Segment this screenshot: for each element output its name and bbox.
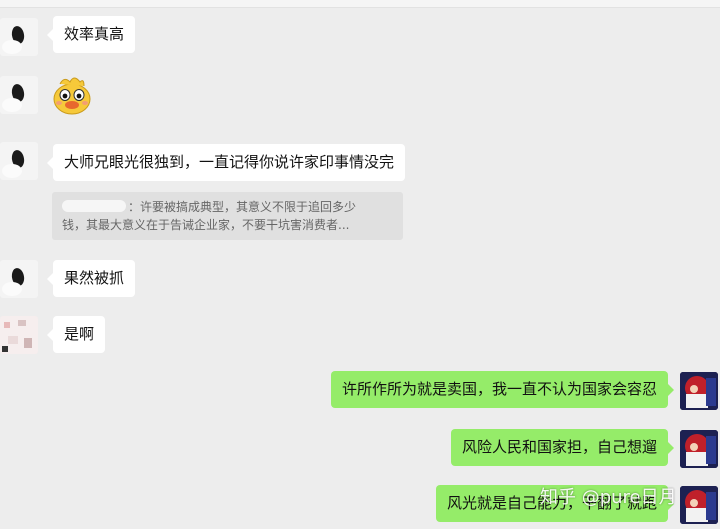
message-text: 是啊	[64, 325, 95, 343]
yellow-duck-sticker[interactable]	[50, 72, 94, 116]
message-bubble-incoming[interactable]: 大师兄眼光很独到，一直记得你说许家印事情没完	[46, 144, 406, 181]
my-avatar[interactable]	[680, 486, 718, 524]
message-bubble-incoming[interactable]: 果然被抓	[46, 260, 136, 297]
anime-avatar-image	[680, 486, 718, 524]
zhihu-watermark: 知乎 @pure日月	[540, 487, 677, 508]
my-avatar[interactable]	[680, 430, 718, 468]
redacted-sender-name	[62, 200, 126, 212]
message-text: 效率真高	[64, 25, 125, 43]
contact-avatar[interactable]	[0, 316, 38, 354]
message-text: 果然被抓	[64, 269, 125, 287]
contact-avatar[interactable]	[0, 142, 38, 180]
contact-avatar[interactable]	[0, 260, 38, 298]
my-avatar[interactable]	[680, 372, 718, 410]
message-bubble-outgoing[interactable]: 风险人民和国家担，自己想遛	[450, 429, 675, 466]
top-divider	[0, 0, 720, 8]
quote-text-line1: ：许要被搞成典型，其意义不限于追回多少	[128, 200, 357, 214]
contact-avatar[interactable]	[0, 76, 38, 114]
quote-text-line2: 钱，其最大意义在于告诫企业家，不要干坑害消费者...	[62, 218, 350, 232]
message-text: 风险人民和国家担，自己想遛	[461, 438, 657, 456]
message-bubble-incoming[interactable]: 效率真高	[46, 16, 136, 53]
anime-avatar-image	[680, 372, 718, 410]
anime-avatar-image	[680, 430, 718, 468]
quoted-message[interactable]: ：许要被搞成典型，其意义不限于追回多少 钱，其最大意义在于告诫企业家，不要干坑害…	[52, 192, 403, 240]
message-text: 大师兄眼光很独到，一直记得你说许家印事情没完	[64, 153, 395, 171]
message-bubble-incoming[interactable]: 是啊	[46, 316, 106, 353]
avatar-image	[0, 316, 38, 354]
contact-avatar[interactable]	[0, 18, 38, 56]
message-bubble-outgoing[interactable]: 许所作所为就是卖国，我一直不认为国家会容忍	[330, 371, 675, 408]
message-text: 许所作所为就是卖国，我一直不认为国家会容忍	[341, 380, 657, 398]
